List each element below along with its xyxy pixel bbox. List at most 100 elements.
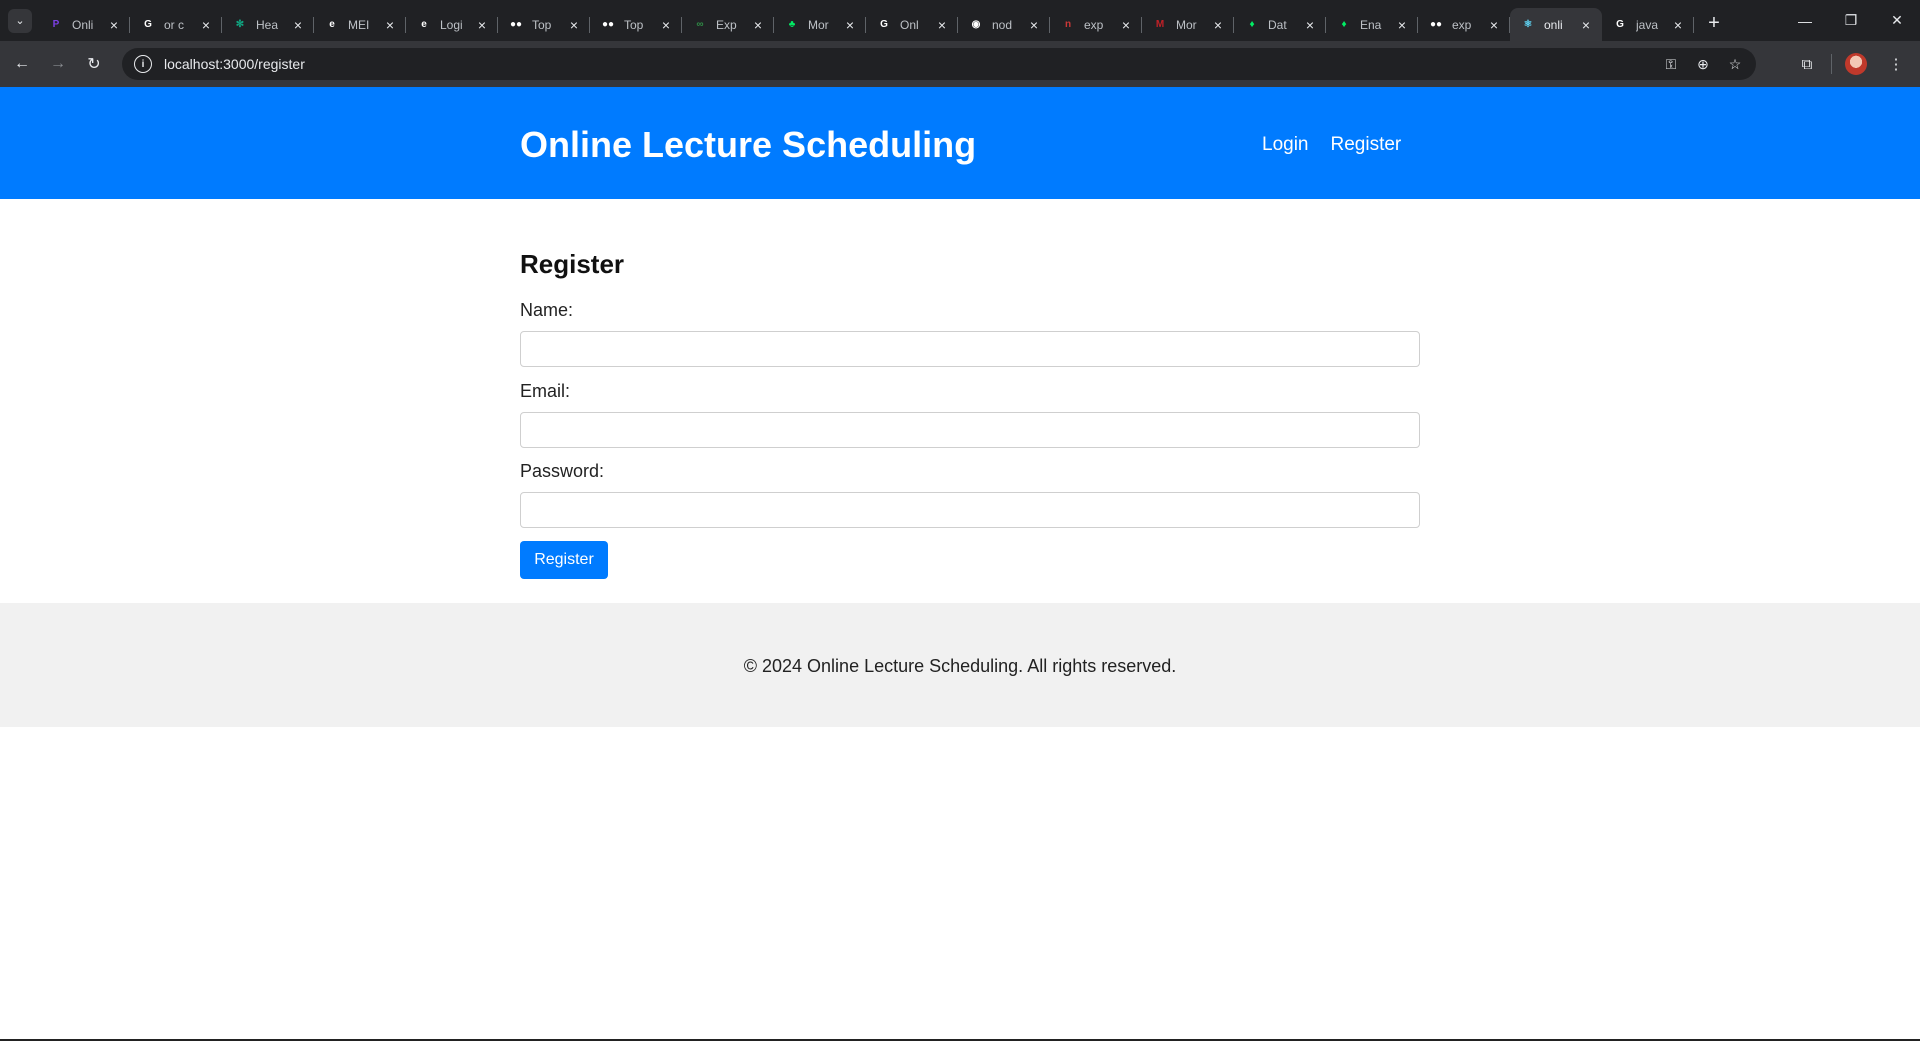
url-text[interactable]: localhost:3000/register [164,56,305,72]
omnibox-actions: ⚿ ⊕ ☆ [1662,48,1744,80]
nav-register-link[interactable]: Register [1331,134,1402,156]
tab-close-icon[interactable]: × [1394,17,1410,33]
browser-toolbar: ← → ↻ i localhost:3000/register ⚿ ⊕ ☆ ⧉ … [0,41,1920,87]
password-key-icon[interactable]: ⚿ [1662,56,1680,73]
browser-tab[interactable]: ◉ nod × [958,8,1050,41]
tab-close-icon[interactable]: × [382,17,398,33]
mongodb-icon: ♦ [1249,19,1255,30]
google-icon: G [144,19,152,30]
browser-tab[interactable]: G Onl × [866,8,958,41]
tab-title: Dat [1268,17,1287,32]
zoom-icon[interactable]: ⊕ [1694,56,1712,73]
tab-close-icon[interactable]: × [1670,17,1686,33]
site-info-icon[interactable]: i [134,55,152,73]
toolbar-right-actions: ⧉ ⋮ [1791,41,1912,87]
tab-close-icon[interactable]: × [198,17,214,33]
tab-close-icon[interactable]: × [106,17,122,33]
restore-icon[interactable]: ❐ [1828,0,1874,41]
tab-search-chevron-icon[interactable]: ⌄ [8,8,32,33]
minimize-icon[interactable]: — [1782,0,1828,41]
browser-tab[interactable]: ●● Top × [498,8,590,41]
tab-close-icon[interactable]: × [290,17,306,33]
tab-title: java [1636,17,1659,32]
profile-avatar[interactable] [1840,48,1872,80]
tab-close-icon[interactable]: × [1026,17,1042,33]
tab-title: Hea [256,17,279,32]
extensions-puzzle-icon[interactable]: ⧉ [1791,48,1823,80]
tab-close-icon[interactable]: × [750,17,766,33]
page-viewport: Online Lecture Scheduling Login Register… [0,87,1920,1041]
main-nav: Login Register [1262,134,1401,156]
window-controls: — ❐ ✕ [1782,0,1920,41]
browser-tab[interactable]: ♣ Mor × [774,8,866,41]
tab-close-icon[interactable]: × [934,17,950,33]
password-field[interactable] [520,492,1420,528]
browser-tab[interactable]: Gjava × [1602,8,1694,41]
name-field[interactable] [520,331,1420,367]
npm-icon: n [1064,19,1072,30]
browser-tab[interactable]: e Logi × [406,8,498,41]
google-icon: G [1616,19,1624,30]
geeksforgeeks-icon: ∞ [696,19,704,30]
medium-icon: ●● [1429,19,1443,30]
tab-title: exp [1452,17,1472,32]
tab-close-icon[interactable]: × [566,17,582,33]
tab-title: MEI [348,17,370,32]
mongodb-icon: ♣ [788,19,796,30]
google-icon: G [880,19,888,30]
browser-tab[interactable]: ●● exp × [1418,8,1510,41]
tab-close-icon[interactable]: × [1118,17,1134,33]
tab-close-icon[interactable]: × [842,17,858,33]
tab-title: nod [992,17,1013,32]
back-arrow-icon[interactable]: ← [4,46,40,82]
avatar [1845,53,1867,75]
tab-title: Mor [1176,17,1197,32]
react-icon: ⚛ [1523,19,1533,30]
address-bar[interactable]: i localhost:3000/register ⚿ ⊕ ☆ [122,48,1756,80]
tab-close-icon[interactable]: × [1210,17,1226,33]
tab-title: Logi [440,17,463,32]
chatgpt-icon: ✻ [235,19,245,30]
browser-tab[interactable]: M Mor × [1142,8,1234,41]
browser-tab[interactable]: e MEI × [314,8,406,41]
tab-title: Exp [716,17,737,32]
page-title: Register [520,249,625,279]
site-footer: © 2024 Online Lecture Scheduling. All ri… [0,603,1920,727]
tab-title: Onl [900,17,919,32]
reload-icon[interactable]: ↻ [76,46,112,82]
tab-title: Mor [808,17,829,32]
site-brand-title: Online Lecture Scheduling [520,124,977,165]
mongodb-icon: ♦ [1341,19,1347,30]
browser-tab[interactable]: ✻ Hea × [222,8,314,41]
tab-close-icon[interactable]: × [1302,17,1318,33]
browser-tab[interactable]: Gor c × [130,8,222,41]
email-field[interactable] [520,412,1420,448]
close-window-icon[interactable]: ✕ [1874,0,1920,41]
menu-kebab-icon[interactable]: ⋮ [1880,48,1912,80]
tab-title: Onli [72,17,94,32]
tab-close-icon[interactable]: × [1578,17,1594,33]
nav-login-link[interactable]: Login [1262,134,1309,156]
site-header: Online Lecture Scheduling Login Register [0,87,1920,199]
bookmark-star-icon[interactable]: ☆ [1726,56,1744,73]
tab-title: onli [1544,17,1563,32]
browser-tab[interactable]: ♦ Dat × [1234,8,1326,41]
browser-tab[interactable]: P Onli × [38,8,130,41]
password-label: Password: [520,461,605,481]
new-tab-plus-icon[interactable]: + [1700,10,1728,38]
tab-close-icon[interactable]: × [1486,17,1502,33]
medium-icon: ●● [509,19,523,30]
tab-close-icon[interactable]: × [658,17,674,33]
browser-tab[interactable]: ∞ Exp × [682,8,774,41]
forward-arrow-icon[interactable]: → [40,46,76,82]
browser-tab[interactable]: ●● Top × [590,8,682,41]
register-submit-button[interactable]: Register [520,541,608,579]
tab-title: Top [532,17,552,32]
browser-tab[interactable]: ⚛ onli × [1510,8,1602,41]
browser-tab[interactable]: ♦ Ena × [1326,8,1418,41]
tab-list: P Onli × Gor c × ✻ Hea × e MEI × e Logi × ●● Top × ●● Top ×… [38,0,1694,41]
browser-tab-strip: ⌄ P Onli × Gor c × ✻ Hea × e MEI × e Logi × ●● Top × ●● To… [0,0,1920,41]
toolbar-divider [1831,54,1832,74]
tab-close-icon[interactable]: × [474,17,490,33]
browser-tab[interactable]: n exp × [1050,8,1142,41]
